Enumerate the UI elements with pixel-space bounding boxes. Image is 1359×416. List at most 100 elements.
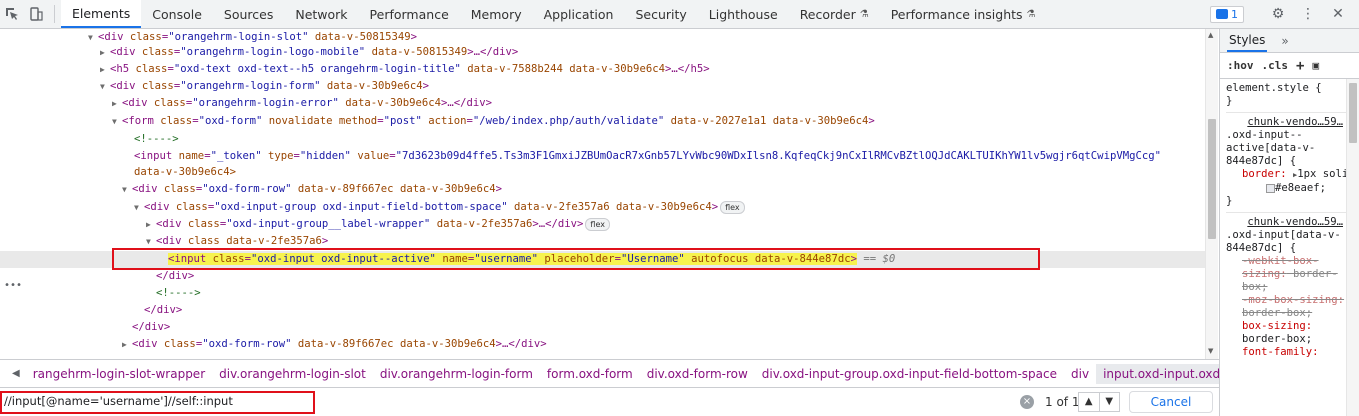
tab-label: Performance	[369, 6, 449, 22]
expand-triangle-icon[interactable]: ▶	[112, 95, 122, 112]
tab-security[interactable]: Security	[624, 0, 697, 28]
styles-rules: element.style { } chunk-vendo…59… .oxd-i…	[1220, 79, 1359, 363]
inspect-element-icon[interactable]	[0, 0, 24, 28]
issues-count: 1	[1231, 7, 1238, 21]
close-icon[interactable]: ✕	[1325, 3, 1351, 25]
breadcrumb-item-active[interactable]: input.oxd-input.oxd-input--active	[1096, 363, 1219, 384]
breadcrumb-scroll-left-icon[interactable]: ◀	[12, 368, 20, 379]
class-toggle[interactable]: .cls	[1262, 59, 1289, 72]
css-property[interactable]: border: ▶1px solid	[1226, 168, 1359, 182]
collapse-triangle-icon[interactable]: ▼	[122, 181, 132, 198]
tree-node[interactable]: ▼ <div class="oxd-input-group oxd-input-f…	[0, 199, 1205, 216]
flex-badge[interactable]: flex	[720, 200, 745, 214]
rule-selector: .oxd-input[data-v-844e87dc] {	[1226, 229, 1341, 254]
flex-badge[interactable]: flex	[585, 217, 610, 231]
tree-closing-tag[interactable]: </div>	[0, 302, 1205, 319]
collapse-triangle-icon[interactable]: ▼	[134, 199, 144, 216]
css-property[interactable]: box-sizing: border-box;	[1226, 320, 1359, 346]
tree-node[interactable]: <input name="_token" type="hidden" value…	[0, 148, 1205, 165]
css-rule[interactable]: chunk-vendo…59… .oxd-input--active[data-…	[1226, 113, 1359, 213]
tree-node[interactable]: ▶ <div class="orangehrm-login-error" data…	[0, 95, 1205, 112]
styles-scrollbar[interactable]	[1346, 79, 1359, 416]
tree-node[interactable]: ▶ <h5 class="oxd-text oxd-text--h5 orange…	[0, 61, 1205, 78]
tree-node[interactable]: ▶ <div class="oxd-input-group__label-wrap…	[0, 216, 1205, 233]
element-style-rule[interactable]: element.style { }	[1226, 79, 1359, 113]
tab-memory[interactable]: Memory	[460, 0, 533, 28]
color-swatch[interactable]	[1266, 183, 1275, 193]
breadcrumb: ◀ rangehrm-login-slot-wrapper div.orange…	[0, 359, 1219, 387]
tab-label: Lighthouse	[708, 6, 778, 22]
rule-selector: .oxd-input--active[data-v-844e87dc] {	[1226, 129, 1316, 167]
tree-node-continuation: data-v-30b9e6c4>	[134, 166, 237, 178]
tree-node[interactable]: ▼ <form class="oxd-form" novalidate metho…	[0, 113, 1205, 130]
css-property-overridden[interactable]: -moz-box-sizing: border-box;	[1226, 294, 1359, 320]
stylesheet-link[interactable]: chunk-vendo…59…	[1226, 116, 1359, 129]
next-match-chevron-down-icon[interactable]: ▼	[1098, 393, 1120, 411]
tab-application[interactable]: Application	[533, 0, 625, 28]
tree-node[interactable]: ▶ <div class="orangehrm-login-logo-mobile…	[0, 44, 1205, 61]
tab-sources[interactable]: Sources	[213, 0, 284, 28]
tree-comment[interactable]: <!---->	[0, 131, 1205, 148]
breadcrumb-item[interactable]: div.oxd-form-row	[640, 367, 755, 381]
more-options-icon[interactable]: ⋮	[1295, 3, 1321, 25]
tab-performance[interactable]: Performance	[359, 0, 460, 28]
dom-tree: ▼ <div class="orangehrm-login-slot" data-…	[0, 29, 1205, 359]
css-property[interactable]: font-family:	[1226, 346, 1359, 359]
scrollbar-thumb[interactable]	[1349, 83, 1357, 143]
tab-label: Network	[295, 6, 348, 22]
breadcrumb-item[interactable]: div.orangehrm-login-slot	[212, 367, 373, 381]
tree-scrollbar[interactable]: ▲ ▼	[1205, 29, 1218, 359]
expand-triangle-icon[interactable]: ▶	[146, 216, 156, 233]
device-toolbar-icon[interactable]	[24, 0, 48, 28]
add-rule-plus-icon[interactable]: +	[1296, 58, 1304, 74]
annotation-highlight-box	[0, 391, 315, 414]
computed-sidebar-icon[interactable]: ▣	[1312, 59, 1319, 72]
breadcrumb-item[interactable]: div.orangehrm-login-form	[373, 367, 540, 381]
settings-gear-icon[interactable]: ⚙	[1265, 3, 1291, 25]
scroll-up-arrow-icon[interactable]: ▲	[1208, 31, 1213, 39]
scroll-down-arrow-icon[interactable]: ▼	[1208, 347, 1213, 355]
expand-triangle-icon[interactable]: ▶	[100, 44, 110, 61]
css-property-overridden[interactable]: -webkit-box-sizing: border-box;	[1226, 255, 1359, 294]
styles-toolbar: :hov .cls + ▣	[1220, 53, 1359, 79]
tab-console[interactable]: Console	[141, 0, 213, 28]
tree-closing-tag[interactable]: </div>	[0, 319, 1205, 336]
expand-triangle-icon[interactable]: ▶	[100, 61, 110, 78]
issues-counter[interactable]: 1	[1210, 5, 1244, 23]
cancel-search-button[interactable]: Cancel	[1129, 391, 1213, 413]
tab-network[interactable]: Network	[284, 0, 358, 28]
tab-lighthouse[interactable]: Lighthouse	[698, 0, 789, 28]
tab-label: Elements	[72, 5, 131, 21]
collapse-triangle-icon[interactable]: ▼	[100, 78, 110, 95]
tree-closing-tag[interactable]: </div>	[0, 268, 1205, 285]
tab-elements[interactable]: Elements	[61, 0, 142, 28]
css-rule[interactable]: chunk-vendo…59… .oxd-input[data-v-844e87…	[1226, 213, 1359, 363]
breadcrumb-item[interactable]: form.oxd-form	[540, 367, 640, 381]
tab-styles[interactable]: Styles	[1227, 29, 1268, 52]
scrollbar-thumb[interactable]	[1208, 119, 1216, 239]
sidebar-tabs: Styles »	[1220, 29, 1359, 53]
tab-recorder[interactable]: Recorder ⚗	[789, 0, 880, 28]
collapse-triangle-icon[interactable]: ▼	[112, 113, 122, 130]
tab-label: Sources	[223, 6, 274, 22]
tab-label: Security	[635, 6, 687, 22]
stylesheet-link[interactable]: chunk-vendo…59…	[1226, 216, 1359, 229]
tree-comment[interactable]: <!---->	[0, 285, 1205, 302]
tree-node[interactable]: ▼ <div class="oxd-form-row" data-v-89f667…	[0, 181, 1205, 198]
rule-close: }	[1226, 95, 1233, 107]
rule-selector: element.style {	[1226, 82, 1322, 94]
breadcrumb-item[interactable]: rangehrm-login-slot-wrapper	[26, 367, 212, 381]
breadcrumb-item[interactable]: div.oxd-input-group.oxd-input-field-bott…	[755, 367, 1064, 381]
tab-performance-insights[interactable]: Performance insights ⚗	[880, 0, 1047, 28]
more-tabs-chevron-icon[interactable]: »	[1281, 34, 1288, 48]
toolbar-divider	[54, 5, 55, 23]
breadcrumb-item[interactable]: div	[1064, 367, 1096, 381]
tree-node[interactable]: ▼ <div class="orangehrm-login-form" data-…	[0, 78, 1205, 95]
tree-node[interactable]: ▶ <div class="oxd-form-row" data-v-89f667…	[0, 336, 1205, 353]
tab-label: Performance insights	[890, 6, 1023, 22]
hover-state-toggle[interactable]: :hov	[1227, 59, 1254, 72]
previous-match-chevron-up-icon[interactable]: ▲	[1079, 393, 1099, 411]
tab-label: Memory	[470, 6, 522, 22]
expand-triangle-icon[interactable]: ▶	[122, 336, 132, 353]
clear-search-icon[interactable]: ×	[1020, 395, 1034, 409]
